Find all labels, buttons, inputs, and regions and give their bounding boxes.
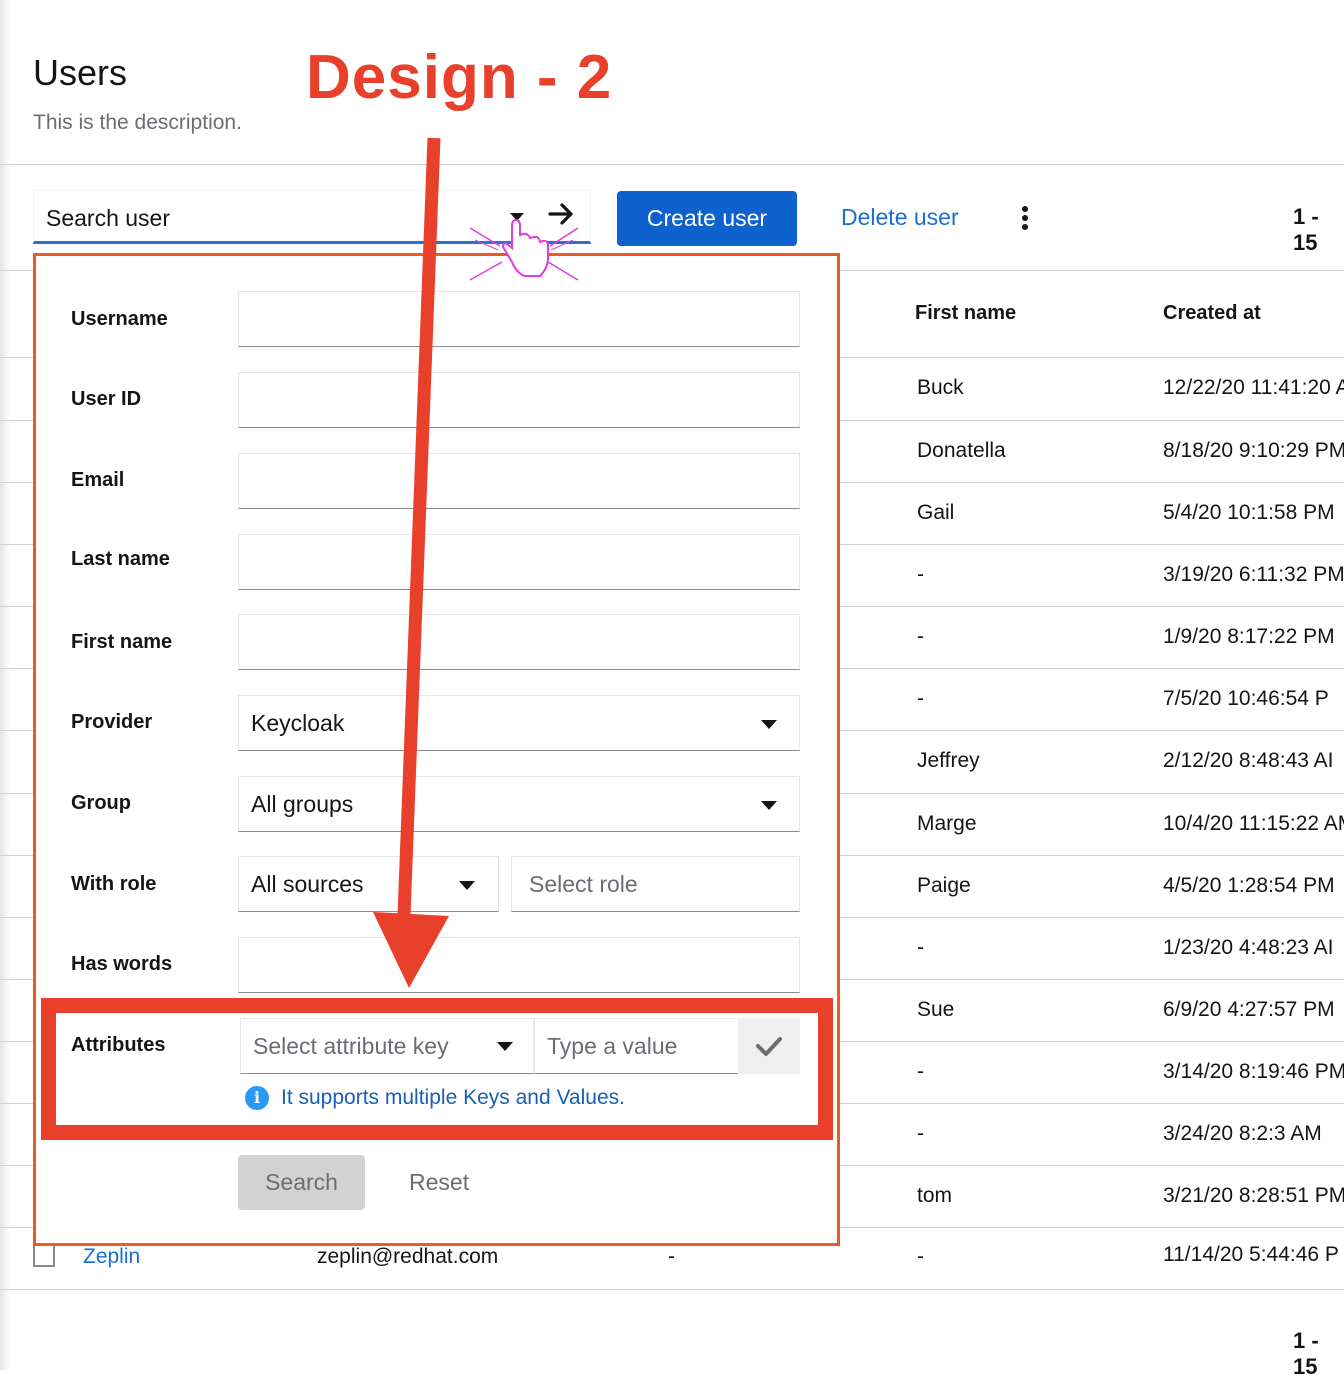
first-name-cell: Buck: [917, 376, 964, 399]
email-label: Email: [71, 469, 125, 491]
email-field[interactable]: [238, 453, 800, 509]
has-words-field[interactable]: [238, 937, 800, 993]
search-user-input[interactable]: Search user: [33, 190, 591, 244]
role-source-select[interactable]: All sources: [238, 856, 499, 912]
first-name-label: First name: [71, 631, 173, 653]
attribute-key-select[interactable]: Select attribute key: [240, 1018, 534, 1074]
caret-down-icon: [459, 881, 475, 890]
created-at-cell: 4/5/20 1:28:54 PM: [1163, 874, 1335, 897]
created-at-cell: 8/18/20 9:10:29 PM: [1163, 439, 1344, 462]
attribute-key-placeholder: Select attribute key: [253, 1033, 449, 1059]
confirm-attribute-button[interactable]: [738, 1018, 800, 1074]
first-name-cell: -: [917, 625, 924, 648]
first-name-cell: -: [917, 1245, 924, 1268]
reset-button[interactable]: Reset: [409, 1169, 469, 1196]
attributes-label: Attributes: [71, 1034, 166, 1056]
first-name-cell: -: [917, 936, 924, 959]
column-header-first-name[interactable]: First name: [915, 302, 1016, 325]
user-id-field[interactable]: [238, 372, 800, 428]
last-name-label: Last name: [71, 548, 170, 570]
first-name-cell: -: [917, 563, 924, 586]
attributes-helper-text: It supports multiple Keys and Values.: [281, 1086, 625, 1109]
check-icon: [756, 1037, 782, 1056]
last-name-cell: -: [668, 1245, 675, 1268]
arrow-right-icon[interactable]: [546, 199, 576, 229]
group-label: Group: [71, 792, 131, 814]
created-at-cell: 3/19/20 6:11:32 PM: [1163, 563, 1344, 586]
created-at-cell: 3/24/20 8:2:3 AM: [1163, 1122, 1322, 1145]
created-at-cell: 2/12/20 8:48:43 AI: [1163, 749, 1334, 772]
first-name-cell: -: [917, 687, 924, 710]
created-at-cell: 12/22/20 11:41:20 A: [1163, 376, 1344, 399]
attribute-value-placeholder: Type a value: [547, 1033, 678, 1059]
username-link[interactable]: Zeplin: [83, 1245, 140, 1269]
email-cell: zeplin@redhat.com: [317, 1245, 499, 1268]
search-input-value: Search user: [46, 205, 171, 231]
caret-down-icon: [761, 720, 777, 729]
page-title: Users: [33, 52, 128, 93]
search-button[interactable]: Search: [238, 1155, 365, 1210]
first-name-cell: -: [917, 1122, 924, 1145]
first-name-cell: Donatella: [917, 439, 1006, 462]
with-role-label: With role: [71, 873, 157, 895]
row-divider: [0, 1289, 1344, 1290]
caret-down-icon: [497, 1042, 513, 1051]
role-placeholder: Select role: [529, 871, 638, 897]
provider-select[interactable]: Keycloak: [238, 695, 800, 751]
page-description: This is the description.: [33, 111, 242, 134]
delete-user-button[interactable]: Delete user: [841, 204, 959, 231]
first-name-cell: tom: [917, 1184, 953, 1207]
role-source-value: All sources: [251, 871, 364, 897]
row-checkbox[interactable]: [33, 1245, 55, 1267]
caret-down-icon: [761, 801, 777, 810]
created-at-cell: 1/9/20 8:17:22 PM: [1163, 625, 1335, 648]
pagination-top[interactable]: 1 - 15: [1293, 204, 1344, 256]
created-at-cell: 3/21/20 8:28:51 PM: [1163, 1184, 1344, 1207]
group-value: All groups: [251, 791, 354, 817]
role-select[interactable]: Select role: [511, 856, 800, 912]
username-label: Username: [71, 308, 168, 330]
group-select[interactable]: All groups: [238, 776, 800, 832]
first-name-cell: Jeffrey: [917, 749, 980, 772]
create-user-button[interactable]: Create user: [617, 191, 797, 246]
created-at-cell: 6/9/20 4:27:57 PM: [1163, 998, 1335, 1021]
created-at-cell: 5/4/20 10:1:58 PM: [1163, 501, 1335, 524]
first-name-cell: Paige: [917, 874, 971, 897]
first-name-cell: -: [917, 1060, 924, 1083]
design-annotation-title: Design - 2: [306, 43, 613, 112]
username-field[interactable]: [238, 291, 800, 347]
created-at-cell: 11/14/20 5:44:46 P: [1163, 1243, 1339, 1266]
first-name-cell: Gail: [917, 501, 955, 524]
column-header-created-at[interactable]: Created at: [1163, 302, 1261, 325]
attribute-value-input[interactable]: Type a value: [534, 1018, 739, 1074]
created-at-cell: 3/14/20 8:19:46 PM: [1163, 1060, 1344, 1083]
pagination-bottom[interactable]: 1 - 15: [1293, 1328, 1344, 1380]
header-divider: [0, 164, 1344, 165]
created-at-cell: 1/23/20 4:48:23 AI: [1163, 936, 1334, 959]
provider-label: Provider: [71, 711, 153, 733]
info-icon: i: [245, 1086, 269, 1110]
user-id-label: User ID: [71, 388, 142, 410]
first-name-cell: Sue: [917, 998, 955, 1021]
first-name-field[interactable]: [238, 614, 800, 670]
created-at-cell: 7/5/20 10:46:54 P: [1163, 687, 1329, 710]
chevron-down-icon[interactable]: [510, 213, 524, 221]
kebab-menu-icon[interactable]: [1020, 206, 1030, 232]
provider-value: Keycloak: [251, 710, 345, 736]
created-at-cell: 10/4/20 11:15:22 AM: [1163, 812, 1344, 835]
first-name-cell: Marge: [917, 812, 977, 835]
has-words-label: Has words: [71, 953, 173, 975]
last-name-field[interactable]: [238, 534, 800, 590]
